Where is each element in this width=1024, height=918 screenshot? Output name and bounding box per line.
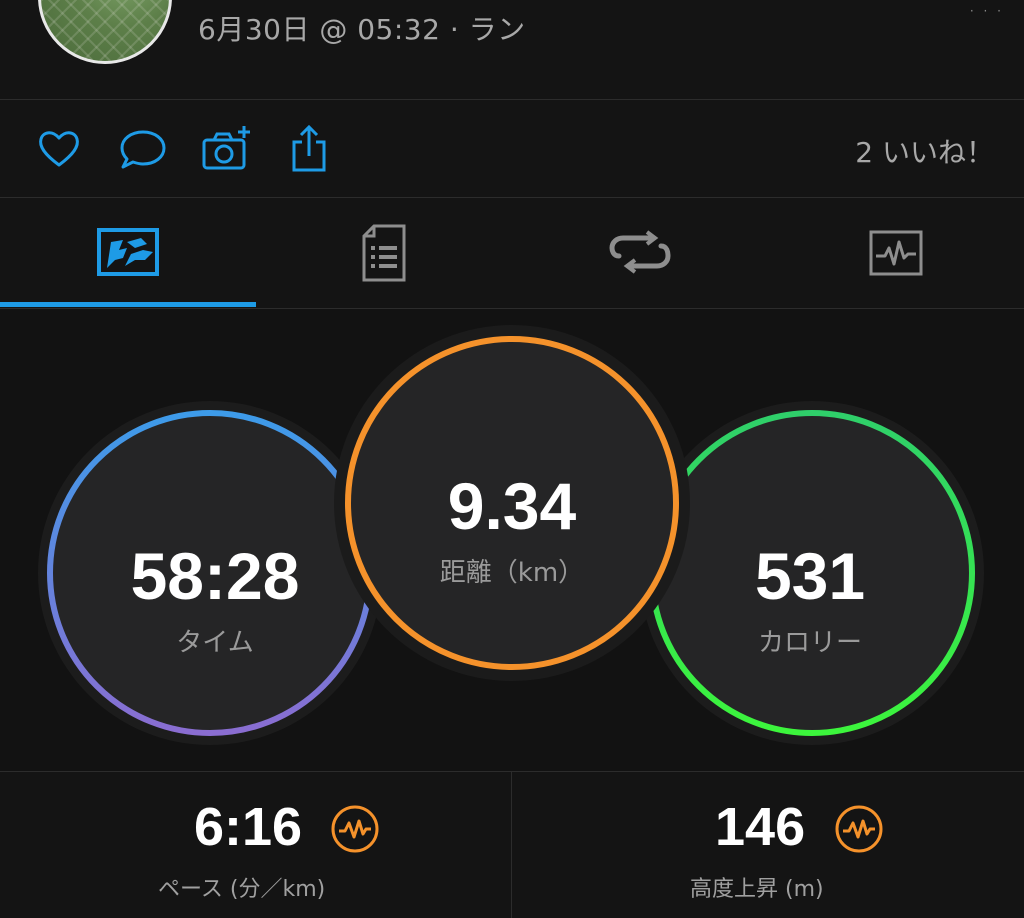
- pulse-chart-icon[interactable]: [834, 804, 884, 854]
- tab-overview[interactable]: [0, 198, 256, 308]
- share-icon[interactable]: [284, 124, 334, 174]
- time-value: 58:28: [130, 539, 300, 613]
- stats-divider: [511, 771, 512, 918]
- likes-count[interactable]: 2 いいね！: [855, 131, 994, 171]
- elevation-label: 高度上昇 (m): [690, 877, 824, 902]
- pace-value: 6:16: [194, 797, 303, 857]
- calories-label: カロリー: [757, 628, 862, 658]
- activity-header: 6月30日 @ 05:32 · ラン · · ·: [0, 0, 1024, 100]
- active-tab-indicator: [0, 302, 256, 307]
- comment-icon[interactable]: [118, 124, 168, 174]
- chart-icon: [869, 230, 923, 276]
- time-label: タイム: [176, 628, 254, 658]
- overview-icon: [97, 228, 159, 276]
- avatar[interactable]: [38, 0, 172, 64]
- time-gauge: 58:28 タイム: [80, 536, 350, 659]
- distance-value: 9.34: [447, 469, 577, 543]
- document-list-icon: [362, 224, 406, 282]
- tab-charts[interactable]: [768, 198, 1024, 308]
- pulse-chart-icon[interactable]: [330, 804, 380, 854]
- activity-date-line: 6月30日 @ 05:32 · ラン: [198, 13, 526, 46]
- calories-gauge: 531 カロリー: [680, 536, 940, 659]
- distance-label: 距離（km）: [439, 558, 585, 588]
- tab-details[interactable]: [256, 198, 512, 308]
- repeat-icon: [609, 230, 671, 274]
- more-options-dots[interactable]: · · ·: [970, 4, 1004, 18]
- pace-label: ペース (分／km): [158, 877, 326, 902]
- distance-gauge: 9.34 距離（km）: [382, 466, 642, 589]
- calories-value: 531: [754, 539, 866, 613]
- camera-add-icon[interactable]: [201, 124, 251, 174]
- elevation-value: 146: [715, 797, 806, 857]
- heart-icon[interactable]: [34, 124, 84, 174]
- tab-laps[interactable]: [512, 198, 768, 308]
- avatar-background: [41, 0, 169, 61]
